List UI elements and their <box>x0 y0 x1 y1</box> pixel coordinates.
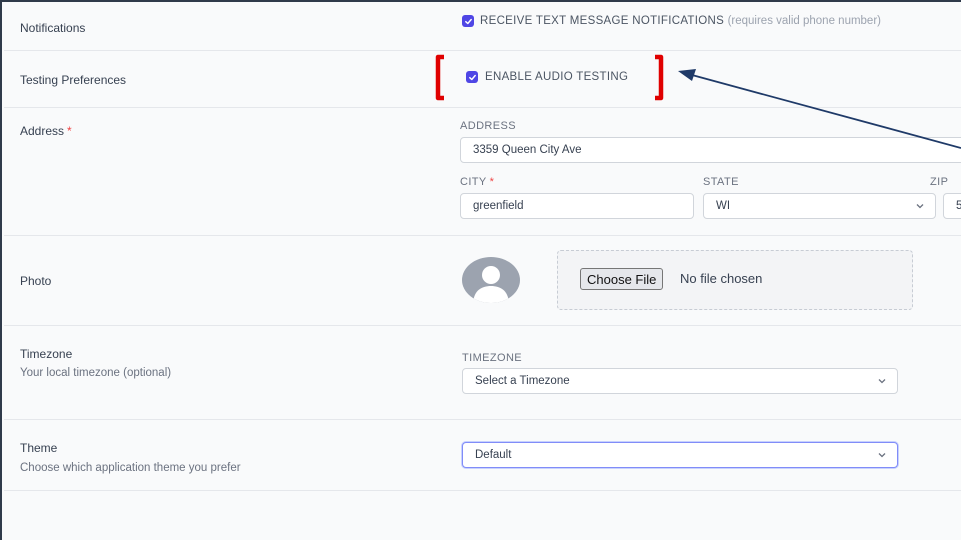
state-caption: STATE <box>703 176 739 188</box>
address-label: Address * <box>20 124 72 138</box>
chevron-down-icon <box>916 204 924 209</box>
chevron-down-icon <box>878 453 886 458</box>
theme-select[interactable]: Default <box>462 442 898 468</box>
notifications-row: Notifications RECEIVE TEXT MESSAGE NOTIF… <box>4 2 961 51</box>
timezone-select[interactable]: Select a Timezone <box>462 368 898 394</box>
city-caption-text: CITY <box>460 176 487 188</box>
audio-testing-checkbox[interactable] <box>466 71 478 83</box>
photo-label: Photo <box>20 274 52 288</box>
theme-description: Choose which application theme you prefe… <box>20 462 241 474</box>
check-icon <box>468 74 476 80</box>
avatar <box>462 257 520 303</box>
address-caption: ADDRESS <box>460 120 516 132</box>
timezone-placeholder: Select a Timezone <box>475 375 570 387</box>
theme-row: Theme Choose which application theme you… <box>4 419 961 491</box>
state-select[interactable]: WI <box>703 193 936 219</box>
address-value: 3359 Queen City Ave <box>473 144 582 156</box>
audio-testing-label: ENABLE AUDIO TESTING <box>485 71 629 83</box>
text-notifications-checkbox[interactable] <box>462 15 474 27</box>
testing-preferences-row: Testing Preferences ENABLE AUDIO TESTING <box>4 50 961 108</box>
testing-preferences-label: Testing Preferences <box>20 73 127 87</box>
timezone-caption: TIMEZONE <box>462 352 523 364</box>
city-caption: CITY * <box>460 176 494 188</box>
zip-caption: ZIP <box>930 176 949 188</box>
settings-form: Notifications RECEIVE TEXT MESSAGE NOTIF… <box>0 0 961 540</box>
zip-input[interactable]: 5 <box>943 193 961 219</box>
timezone-label: Timezone <box>20 347 73 361</box>
required-marker: * <box>67 124 72 138</box>
timezone-description: Your local timezone (optional) <box>20 367 172 379</box>
city-value: greenfield <box>473 200 524 212</box>
file-status: No file chosen <box>680 271 763 286</box>
zip-value: 5 <box>956 200 961 212</box>
photo-dropzone[interactable]: Choose File No file chosen <box>557 250 913 310</box>
text-notifications-text: RECEIVE TEXT MESSAGE NOTIFICATIONS <box>480 15 725 27</box>
theme-value: Default <box>475 449 512 461</box>
required-marker: * <box>489 176 495 188</box>
notifications-label: Notifications <box>20 21 86 35</box>
choose-file-button[interactable]: Choose File <box>580 268 664 290</box>
address-label-text: Address <box>20 124 65 138</box>
address-input[interactable]: 3359 Queen City Ave <box>460 137 961 163</box>
city-input[interactable]: greenfield <box>460 193 694 219</box>
chevron-down-icon <box>878 379 886 384</box>
address-row: Address * ADDRESS 3359 Queen City Ave CIT… <box>4 107 961 236</box>
text-notifications-note: (requires valid phone number) <box>727 15 881 27</box>
text-notifications-label: RECEIVE TEXT MESSAGE NOTIFICATIONS (requ… <box>480 15 881 27</box>
timezone-row: Timezone Your local timezone (optional) … <box>4 325 961 420</box>
check-icon <box>464 18 472 24</box>
theme-label: Theme <box>20 441 58 455</box>
state-value: WI <box>716 200 731 212</box>
user-placeholder-icon <box>473 266 509 303</box>
